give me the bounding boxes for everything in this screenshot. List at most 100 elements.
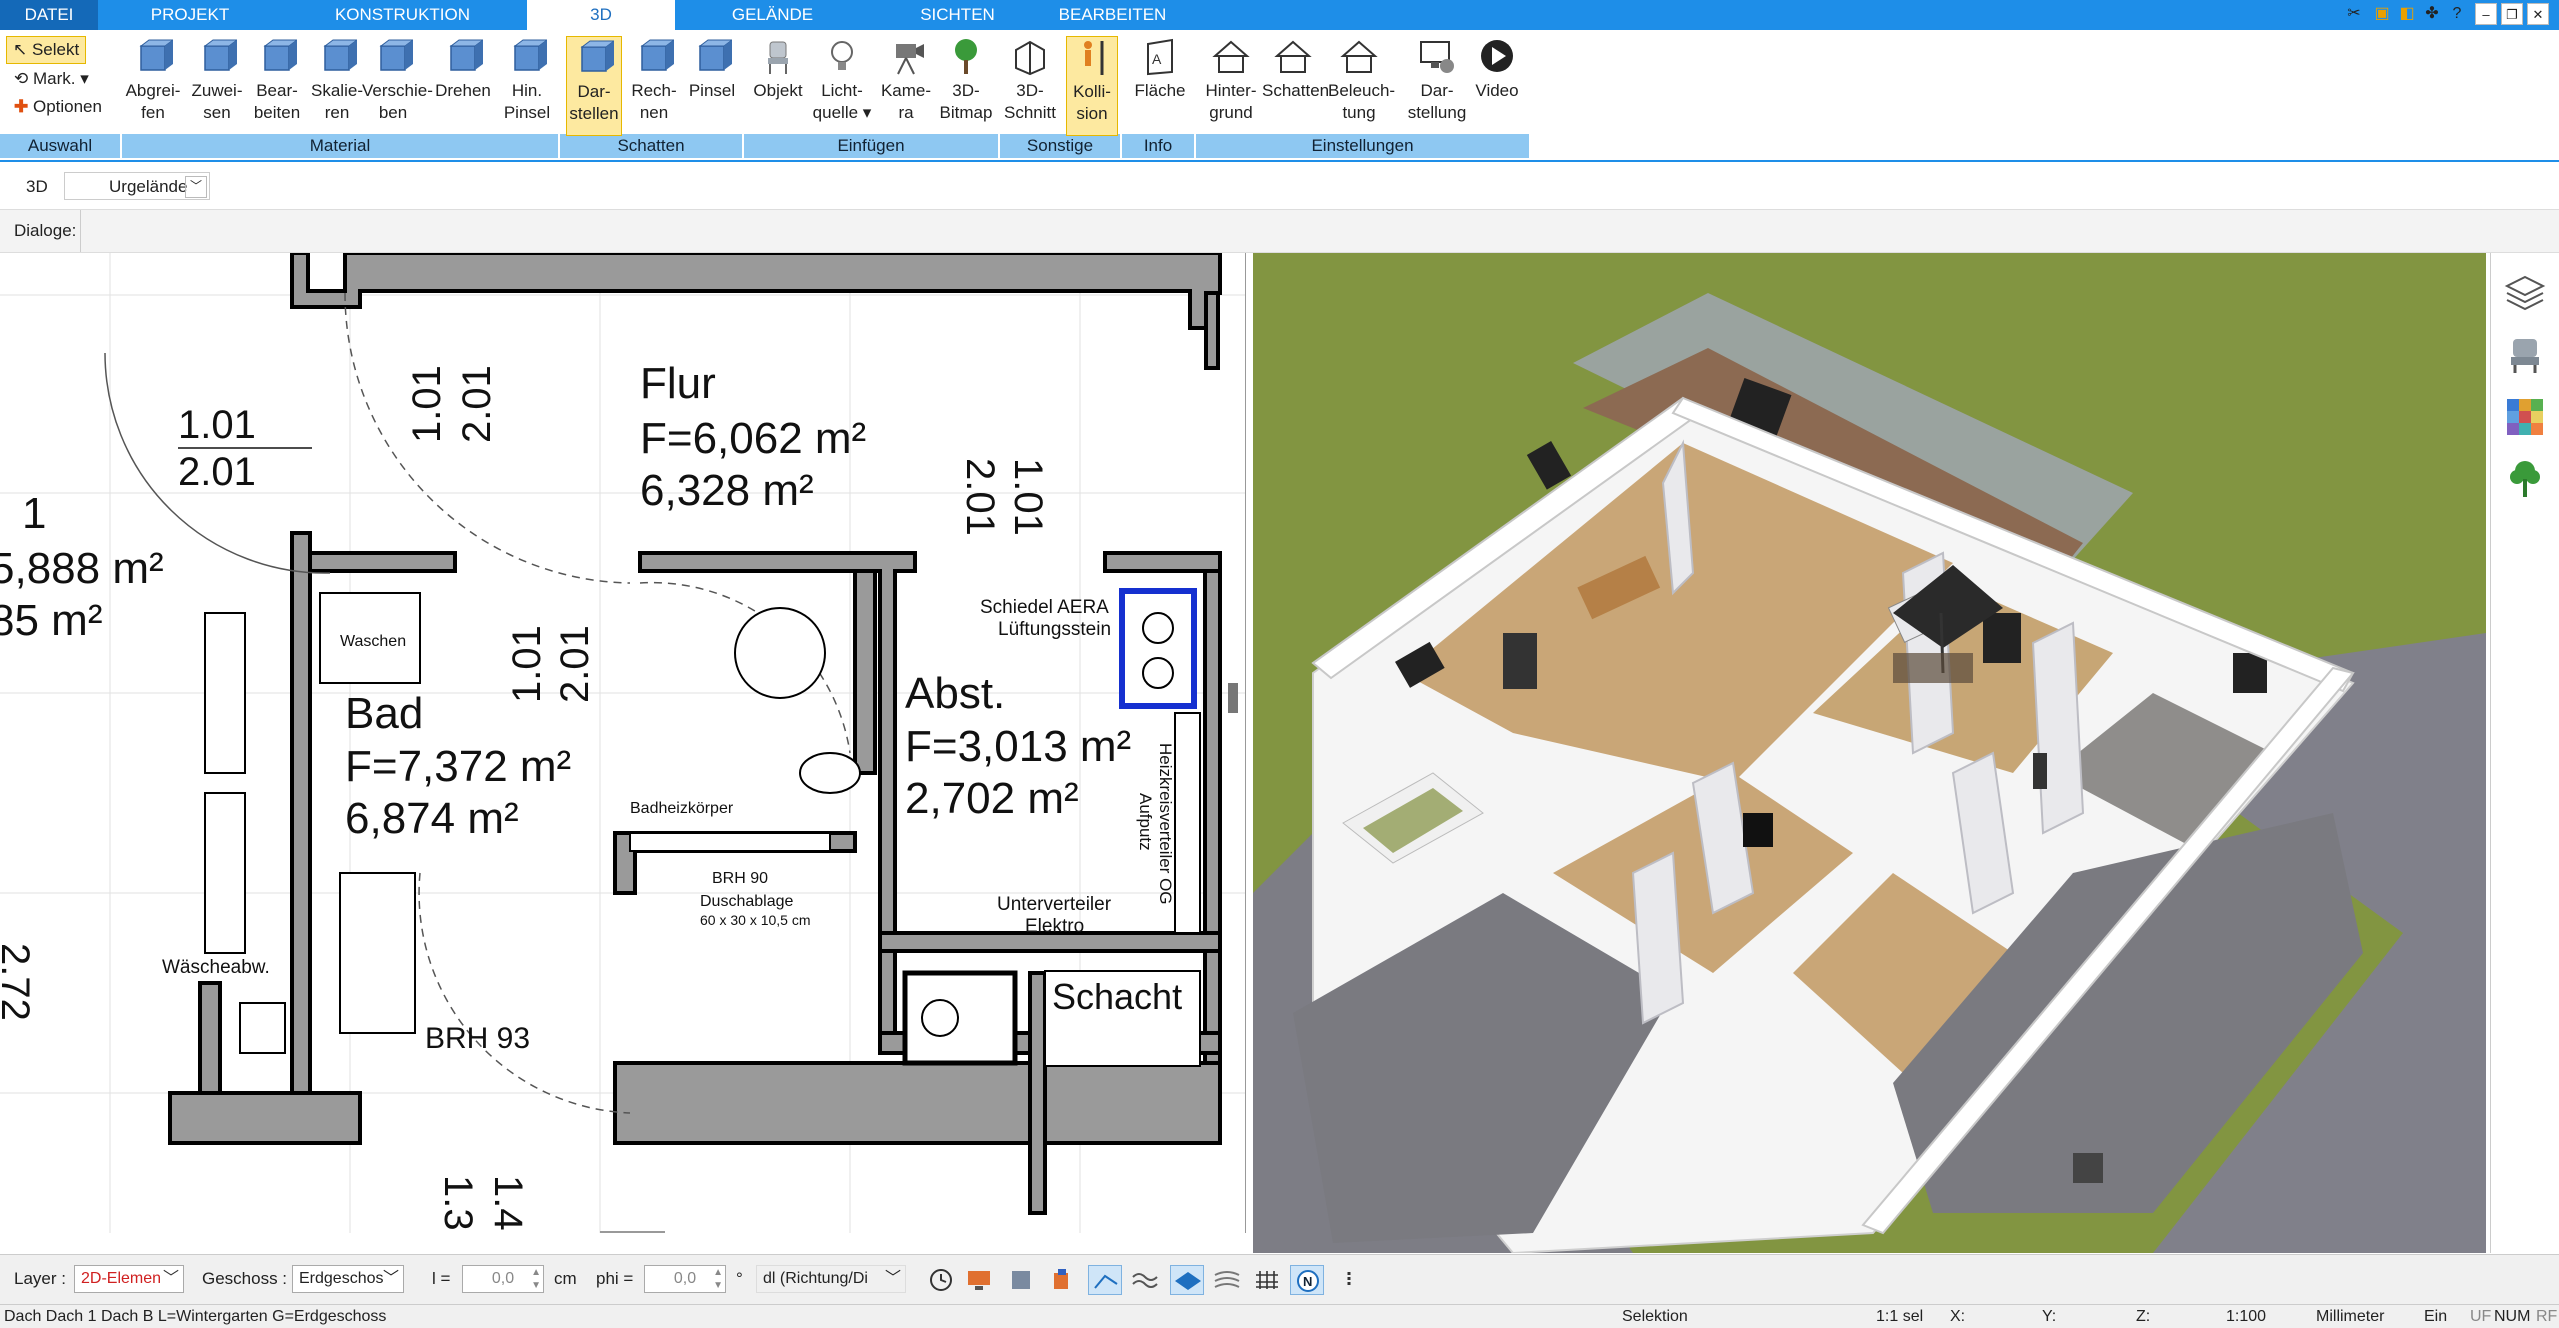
plane-icon[interactable] (1170, 1265, 1204, 1295)
ribbon-button-material-6[interactable]: Hin. Pinsel (496, 36, 558, 136)
ribbon-button-material-1[interactable]: Zuwei-sen (186, 36, 248, 136)
ribbon-button-label: Rech- (631, 81, 677, 100)
north-icon[interactable]: N (1290, 1265, 1324, 1295)
length-input[interactable]: 0,0 ▲ ▼ (462, 1265, 544, 1293)
ribbon-button-schatten-0[interactable]: Dar-stellen (566, 36, 622, 136)
door1-height: 2.01 (178, 450, 256, 494)
view-3d[interactable] (1253, 253, 2486, 1253)
terrain-dropdown[interactable]: Urgelände ﹀ (64, 172, 210, 200)
ribbon-button-label: Dar- (577, 82, 611, 101)
spinner-icon[interactable]: ▲ ▼ (713, 1266, 723, 1292)
ribbon-button-einfuegen-1[interactable]: Licht-quelle ▾ (812, 36, 872, 136)
ribbon-button-label: Hin. (511, 81, 543, 100)
puzzle-icon[interactable]: ✤ (2421, 3, 2443, 25)
tab-projekt[interactable]: PROJEKT (140, 0, 240, 30)
ribbon-button-einstellungen-2[interactable]: Beleuch-tung (1328, 36, 1396, 136)
tab-gelaende[interactable]: GELÄNDE (715, 0, 830, 30)
calculate-shadow-icon (640, 39, 674, 71)
ribbon-button-material-5[interactable]: Drehen (432, 36, 494, 136)
tab-sichten[interactable]: SICHTEN (905, 0, 1010, 30)
bottom-toolbar: Layer : 2D-Elemen ﹀ Geschoss : Erdgeschos… (0, 1254, 2559, 1305)
tab-konstruktion[interactable]: KONSTRUKTION (320, 0, 485, 30)
ribbon-button-einfuegen-0[interactable]: Objekt (748, 36, 808, 136)
close-icon[interactable]: ✕ (2527, 3, 2549, 25)
mark-button[interactable]: ⟲ Mark. ▾ (6, 66, 89, 92)
chevron-down-icon[interactable]: ﹀ (185, 176, 207, 198)
ribbon-button-material-3[interactable]: Skalie-ren (306, 36, 368, 136)
paint-bucket-icon[interactable] (1044, 1265, 1078, 1295)
geschoss-select[interactable]: Erdgeschos ﹀ (292, 1265, 404, 1293)
horizontal-scroll-thumb[interactable] (600, 1231, 665, 1233)
ribbon-button-label-2: fen (141, 103, 165, 122)
status-scale: 1:100 (2226, 1308, 2267, 1325)
room-bad-area: F=7,372 m² (345, 742, 571, 791)
spinner-icon[interactable]: ▲ ▼ (531, 1266, 541, 1292)
restore-icon[interactable]: ❐ (2501, 3, 2523, 25)
view-mode-label: 3D (26, 177, 48, 196)
help-icon[interactable]: ? (2446, 3, 2468, 25)
ribbon-button-einstellungen-0[interactable]: Hinter-grund (1200, 36, 1262, 136)
furniture-icon[interactable] (2503, 333, 2547, 377)
wave-icon[interactable] (1128, 1265, 1162, 1295)
snap-line-icon[interactable] (1088, 1265, 1122, 1295)
room-abst-name: Abst. (905, 669, 1005, 718)
door3-width: 1.01 (505, 625, 549, 703)
ribbon-button-sonstige-1[interactable]: Kolli-sion (1066, 36, 1118, 136)
ribbon-button-label-2: quelle ▾ (812, 103, 872, 122)
ribbon-button-schatten-1[interactable]: Rech-nen (626, 36, 682, 136)
section-icon (1015, 40, 1045, 76)
ribbon-button-schatten-2[interactable]: Pinsel (684, 36, 740, 136)
minimize-icon[interactable]: – (2475, 3, 2497, 25)
side-icon-strip (2490, 253, 2559, 1253)
tab-datei[interactable]: DATEI (0, 0, 98, 30)
stack-icon[interactable] (1210, 1265, 1244, 1295)
ribbon-button-label: 3D- (1016, 81, 1044, 100)
more-icon[interactable] (1332, 1265, 1366, 1295)
label-heizkreisverteiler: Heizkreisverteiler OG (1156, 743, 1175, 905)
ribbon-button-einstellungen-4[interactable]: Video (1466, 36, 1528, 136)
ribbon-button-label: Schatten (1262, 81, 1330, 100)
ribbon-button-sonstige-0[interactable]: 3D- Schnitt (1004, 36, 1056, 136)
cube-shadow-icon (580, 40, 614, 72)
svg-text:A: A (1152, 51, 1162, 67)
ribbon-button-label: Beleuch- (1328, 81, 1396, 100)
floor-plan-2d[interactable]: Flur F=6,062 m² 6,328 m² Bad F=7,372 m² … (0, 253, 1246, 1233)
network-icon[interactable] (1004, 1265, 1038, 1295)
collision-icon (1084, 41, 1104, 75)
phi-input[interactable]: 0,0 ▲ ▼ (644, 1265, 726, 1293)
materials-icon[interactable] (2503, 395, 2547, 439)
layers-icon[interactable] (2503, 271, 2547, 315)
window-bedroom (1983, 613, 2021, 663)
ribbon-button-einfuegen-2[interactable]: Kame-ra (876, 36, 936, 136)
play-icon (1481, 40, 1513, 72)
display-settings-icon (1420, 41, 1454, 73)
tab-3d[interactable]: 3D (527, 0, 675, 30)
dl-select[interactable]: dl (Richtung/Di ﹀ (756, 1265, 906, 1293)
window-arrange-icon[interactable]: ◧ (2396, 3, 2418, 25)
optionen-button[interactable]: ✚ Optionen (6, 94, 102, 120)
ribbon-button-material-4[interactable]: Verschie-ben (362, 36, 433, 136)
layer-select[interactable]: 2D-Elemen ﹀ (74, 1265, 184, 1293)
tab-bearbeiten[interactable]: BEARBEITEN (1050, 0, 1175, 30)
ribbon-button-info-0[interactable]: A Fläche (1130, 36, 1190, 136)
ribbon-button-material-0[interactable]: Abgrei-fen (122, 36, 184, 136)
folder-icon[interactable]: ▣ (2371, 3, 2393, 25)
dialog-toolbar: Dialoge: (0, 209, 2559, 253)
grid-icon[interactable] (1250, 1265, 1284, 1295)
status-text: Dach Dach 1 Dach B L=Wintergarten G=Erdg… (4, 1308, 387, 1325)
tools-icon[interactable]: ✂ (2343, 3, 2365, 25)
ribbon-button-einstellungen-3[interactable]: Dar-stellung (1406, 36, 1468, 136)
selekt-button[interactable]: ↖ Selekt (6, 36, 87, 64)
ribbon-button-einfuegen-3[interactable]: 3D- Bitmap (936, 36, 996, 136)
ribbon-button-label-2: beiten (253, 103, 301, 122)
status-num: NUM (2494, 1308, 2531, 1325)
ribbon-button-einstellungen-1[interactable]: Schatten (1262, 36, 1330, 136)
clock-icon[interactable] (924, 1265, 958, 1295)
ribbon-button-label: Hinter- (1205, 81, 1257, 100)
ribbon-button-label-2: ren (324, 103, 350, 122)
vertical-scroll-thumb[interactable] (1228, 683, 1238, 713)
plants-icon[interactable] (2503, 457, 2547, 501)
label-elektro: Elektro (1025, 916, 1084, 937)
ribbon-button-material-2[interactable]: Bear-beiten (246, 36, 308, 136)
monitor-icon[interactable] (962, 1265, 996, 1295)
